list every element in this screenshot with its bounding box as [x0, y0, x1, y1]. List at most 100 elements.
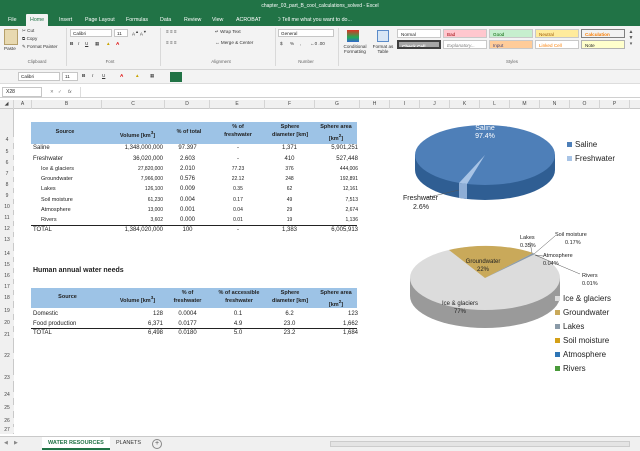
- t1-cell-source[interactable]: Groundwater: [41, 175, 103, 184]
- style-check-cell[interactable]: Check Cell: [397, 40, 441, 49]
- mini-borders-icon[interactable]: ▦: [150, 73, 154, 79]
- borders-icon[interactable]: ▦: [95, 41, 99, 47]
- mini-font-select[interactable]: Calibri: [18, 72, 60, 81]
- conditional-formatting-icon[interactable]: [347, 30, 359, 42]
- t2-cell-sphere-area[interactable]: 123: [315, 310, 358, 319]
- t1-cell-pct-total[interactable]: 97.397: [165, 144, 210, 153]
- t1-cell-pct-freshwater[interactable]: 77.23: [212, 165, 264, 174]
- row-header[interactable]: 26: [0, 418, 14, 424]
- currency-button[interactable]: $: [280, 41, 283, 47]
- t1-cell-sphere-diameter[interactable]: 376: [266, 165, 313, 174]
- t1-cell-volume[interactable]: 126,100: [102, 185, 163, 194]
- tab-review[interactable]: Review: [180, 14, 205, 26]
- tab-page-layout[interactable]: Page Layout: [81, 14, 119, 26]
- col-header[interactable]: N: [540, 100, 570, 109]
- t1-cell-source[interactable]: Lakes: [41, 185, 103, 194]
- tab-file[interactable]: File: [4, 14, 21, 26]
- comma-button[interactable]: ,: [300, 41, 301, 47]
- row-header[interactable]: 5: [0, 149, 14, 155]
- row-header[interactable]: 18: [0, 295, 14, 301]
- style-normal[interactable]: Normal: [397, 29, 441, 38]
- t1-cell-pct-freshwater[interactable]: 0.01: [212, 216, 264, 225]
- t1-cell-volume[interactable]: 1,384,020,000: [102, 226, 163, 235]
- mini-italic-button[interactable]: I: [92, 73, 93, 79]
- mini-font-color-icon[interactable]: A: [120, 73, 123, 79]
- t1-cell-sphere-area[interactable]: 6,005,913: [315, 226, 358, 235]
- fill-color-icon[interactable]: ▲: [106, 41, 111, 47]
- col-header[interactable]: D: [165, 100, 210, 109]
- t1-cell-volume[interactable]: 7,966,000: [102, 175, 163, 184]
- row-header[interactable]: 15: [0, 262, 14, 268]
- pie-chart-freshwater-breakdown[interactable]: Groundwater 22% Ice & glaciers 77% Lakes…: [405, 228, 635, 433]
- t2-cell-source[interactable]: Domestic: [33, 310, 103, 319]
- sheet-tab-water-resources[interactable]: WATER RESOURCES: [42, 437, 110, 450]
- row-header[interactable]: 8: [0, 182, 14, 188]
- col-header[interactable]: L: [480, 100, 510, 109]
- format-painter-button[interactable]: ✎ Format Painter: [22, 44, 58, 50]
- t1-cell-pct-freshwater[interactable]: 0.04: [212, 206, 264, 215]
- col-header[interactable]: B: [32, 100, 102, 109]
- t1-cell-sphere-area[interactable]: 12,161: [315, 185, 358, 194]
- t2-cell-sphere-area[interactable]: 1,684: [315, 329, 358, 338]
- t1-cell-sphere-area[interactable]: 7,513: [315, 196, 358, 205]
- t1-cell-sphere-area[interactable]: 2,674: [315, 206, 358, 215]
- t1-cell-volume[interactable]: 1,348,000,000: [102, 144, 163, 153]
- cancel-icon[interactable]: ✕: [50, 89, 54, 95]
- t2-cell-sphere-diameter[interactable]: 23.2: [266, 329, 313, 338]
- col-header[interactable]: A: [14, 100, 32, 109]
- mini-size-select[interactable]: 11: [62, 72, 78, 81]
- cut-button[interactable]: ✂ Cut: [22, 28, 34, 34]
- t1-cell-pct-freshwater[interactable]: -: [212, 144, 264, 153]
- row-header[interactable]: 6: [0, 160, 14, 166]
- t1-cell-source[interactable]: Soil moisture: [41, 196, 103, 205]
- row-header[interactable]: 7: [0, 171, 14, 177]
- t1-cell-source[interactable]: Rivers: [41, 216, 103, 225]
- wrap-text-button[interactable]: ↵ Wrap Text: [215, 29, 241, 35]
- name-box[interactable]: X28: [2, 87, 42, 97]
- t1-cell-pct-total[interactable]: 2.010: [165, 165, 210, 174]
- style-note[interactable]: Note: [581, 40, 625, 49]
- merge-center-button[interactable]: ↔ Merge & Center: [215, 40, 253, 46]
- t1-cell-pct-freshwater[interactable]: 0.17: [212, 196, 264, 205]
- prev-sheet-icon[interactable]: ◀: [4, 440, 8, 446]
- t2-cell-pct-total[interactable]: 0.0180: [165, 329, 210, 338]
- t1-cell-pct-total[interactable]: 2.603: [165, 155, 210, 164]
- tab-home[interactable]: Home: [26, 14, 49, 26]
- t1-cell-source[interactable]: Atmosphere: [41, 206, 103, 215]
- italic-button[interactable]: I: [78, 41, 79, 47]
- t1-cell-sphere-diameter[interactable]: 1,383: [266, 226, 313, 235]
- row-header[interactable]: 16: [0, 273, 14, 279]
- col-header[interactable]: M: [510, 100, 540, 109]
- tab-formulas[interactable]: Formulas: [122, 14, 152, 26]
- row-header[interactable]: 12: [0, 226, 14, 232]
- sheet-tab-planets[interactable]: PLANETS: [110, 437, 147, 450]
- grow-font-button[interactable]: A▲ A▼: [132, 29, 147, 38]
- format-as-table-button[interactable]: Format as Table: [371, 44, 395, 54]
- t1-cell-pct-total[interactable]: 0.576: [165, 175, 210, 184]
- col-header[interactable]: G: [315, 100, 360, 109]
- tab-insert[interactable]: Insert: [55, 14, 76, 26]
- t1-cell-volume[interactable]: 27,820,000: [102, 165, 163, 174]
- t1-cell-source[interactable]: Saline: [33, 144, 103, 153]
- select-all-corner[interactable]: ◢: [0, 100, 14, 109]
- font-name-select[interactable]: Calibri: [70, 29, 112, 37]
- style-good[interactable]: Good: [489, 29, 533, 38]
- row-header[interactable]: 21: [0, 332, 14, 338]
- style-bad[interactable]: Bad: [443, 29, 487, 38]
- t1-cell-source[interactable]: Freshwater: [33, 155, 103, 164]
- row-header[interactable]: 20: [0, 320, 14, 326]
- row-header[interactable]: 23: [0, 375, 14, 381]
- horizontal-scrollbar[interactable]: [330, 441, 630, 447]
- fx-icon[interactable]: fx: [68, 89, 72, 95]
- formula-input[interactable]: [80, 87, 635, 97]
- mini-bold-button[interactable]: B: [82, 73, 85, 79]
- style-neutral[interactable]: Neutral: [535, 29, 579, 38]
- bold-button[interactable]: B: [70, 41, 73, 47]
- t1-cell-sphere-diameter[interactable]: 248: [266, 175, 313, 184]
- t2-cell-pct-freshwater[interactable]: 5.0: [212, 329, 264, 338]
- t1-cell-pct-total[interactable]: 0.004: [165, 196, 210, 205]
- row-header[interactable]: 17: [0, 284, 14, 290]
- t2-cell-volume[interactable]: 6,498: [102, 329, 163, 338]
- percent-button[interactable]: %: [290, 41, 294, 47]
- col-header[interactable]: P: [600, 100, 630, 109]
